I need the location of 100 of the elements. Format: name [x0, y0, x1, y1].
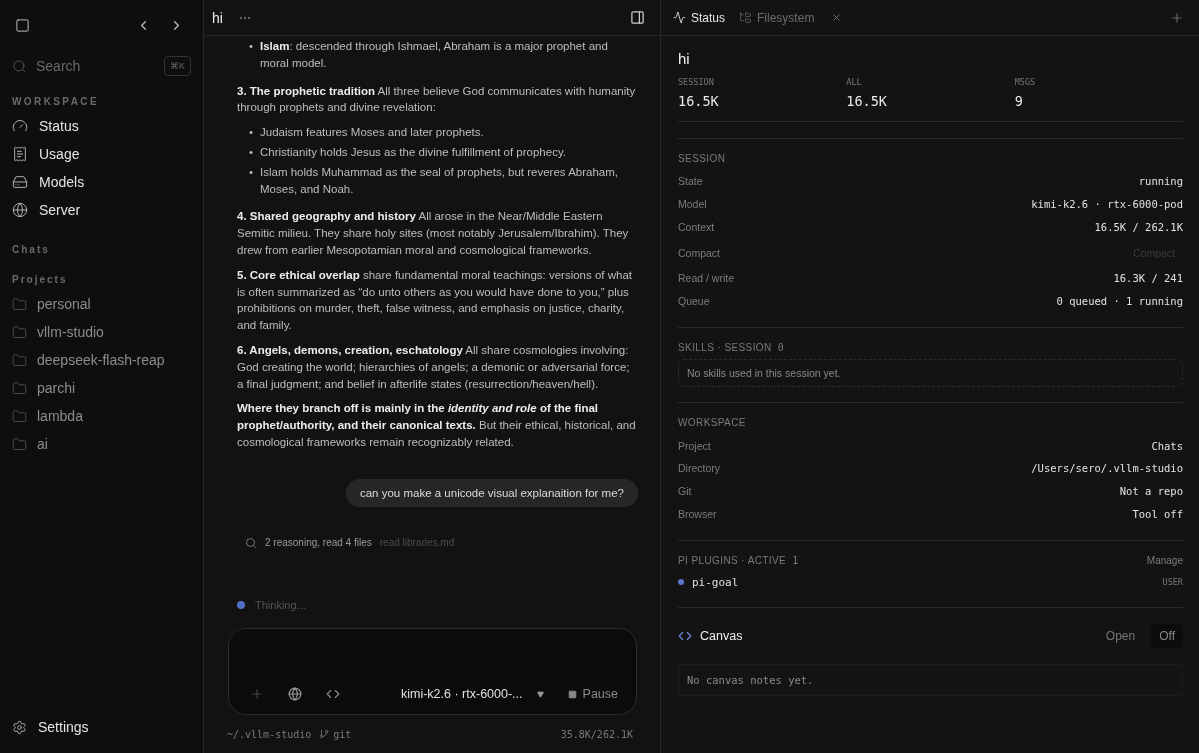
caret-icon — [536, 690, 544, 698]
list-item: Christianity holds Jesus as the divine fulfillment of prophecy. — [260, 145, 566, 160]
section-label: WORKSPACE — [12, 96, 100, 107]
skill-count: 0 — [777, 342, 785, 354]
project-item[interactable]: ai — [12, 430, 191, 458]
open-button[interactable]: Open — [1097, 629, 1144, 644]
row-label: Context — [678, 220, 715, 233]
panel-icon — [630, 10, 645, 25]
gauge-icon — [12, 118, 28, 134]
message-composer[interactable]: kimi-k2.6 · rtx-6000-... Pause — [228, 628, 637, 715]
search-icon — [12, 58, 27, 74]
canvas-toggle[interactable]: Off — [1151, 624, 1183, 649]
activity-detail: read libraries.md — [379, 537, 455, 549]
row-label: Read / write — [678, 272, 735, 285]
token-count: 35.8K/262.1K — [560, 728, 633, 740]
folder-icon — [12, 324, 27, 340]
stat-label: MSGS — [1014, 77, 1037, 87]
panel-tab[interactable]: Status — [673, 10, 726, 25]
section-label: Projects — [12, 274, 69, 285]
project-item[interactable]: vllm-studio — [12, 318, 191, 346]
row-value: 16.5K / 262.1K — [1094, 220, 1183, 233]
plugin-scope: USER — [1162, 577, 1183, 588]
settings-button[interactable]: Settings — [12, 713, 191, 741]
stat-label: ALL — [846, 77, 863, 87]
row-value: kimi-k2.6 · rtx-6000-pod — [1031, 198, 1183, 211]
row-label: Git — [678, 485, 692, 498]
project-item[interactable]: parchi — [12, 374, 191, 402]
manage-button[interactable]: Manage — [1146, 555, 1183, 567]
plugin-count: 1 — [792, 555, 799, 567]
code-icon — [326, 687, 340, 701]
panel-tab[interactable]: Filesystem — [739, 10, 815, 25]
thinking-text: Thinking... — [255, 598, 306, 611]
bullet: • — [249, 145, 254, 160]
activity-summary: 2 reasoning, read 4 files — [265, 537, 372, 549]
folder-icon — [12, 380, 27, 396]
stat-label: SESSION — [678, 77, 715, 87]
answer-paragraph: Where they branch off is mainly in the identity and role of the final prophet/authority, and their canonical texts. But their ethical, historical, and cosmological frameworks remain recognizably related. — [237, 401, 637, 450]
model-selector[interactable]: kimi-k2.6 · rtx-6000-... — [401, 687, 544, 701]
empty-message: No skills used in this session yet. — [678, 359, 1183, 388]
row-label: Model — [678, 198, 707, 211]
row-value: Chats — [1151, 439, 1183, 452]
row-label: Queue — [678, 295, 710, 308]
row-value: running — [1138, 175, 1183, 188]
search-field[interactable]: Search — [36, 58, 155, 74]
folder-icon — [12, 352, 27, 368]
bullet: • — [249, 39, 254, 54]
answer-paragraph: 6. Angels, demons, creation, eschatology All share cosmologies involving: God creating the world; hierarchies of angels; a demonic or adversarial force; a final judgment; and belief in afterlife states (resurrection/heaven/hell). — [237, 342, 631, 392]
receipt-icon — [12, 146, 28, 162]
project-item[interactable]: lambda — [12, 402, 191, 430]
row-label: Project — [678, 439, 711, 452]
folder-icon — [12, 296, 27, 312]
bullet: • — [249, 164, 254, 180]
row-value: Not a repo — [1119, 485, 1183, 498]
pause-button[interactable]: Pause — [567, 687, 618, 701]
bullet: • — [249, 125, 254, 141]
plugin-name: pi-goal — [692, 575, 739, 589]
nav-item[interactable]: Server — [12, 196, 191, 224]
row-value: /Users/sero/.vllm-studio — [1031, 462, 1183, 475]
section-heading: PI PLUGINS · ACTIVE — [678, 555, 787, 567]
answer-paragraph: 4. Shared geography and history All arose in the Near/Middle Eastern Semitic milieu. They share holy sites (most notably Jerusalem/Ibrahim). They drew from earlier Mesopotamian moral and cosmological frameworks. — [237, 209, 630, 258]
project-item[interactable]: personal — [12, 290, 191, 318]
row-label: Compact — [678, 246, 720, 259]
branch-icon — [319, 729, 330, 739]
globe-icon — [288, 687, 302, 701]
list-item: Judaism features Moses and later prophets. — [260, 125, 484, 141]
section-heading: WORKSPACE — [678, 417, 746, 429]
list-item: Islam holds Muhammad as the seal of prophets, but reveres Abraham, Moses, and Noah. — [260, 164, 619, 197]
canvas-title: Canvas — [700, 629, 743, 644]
globe-icon — [12, 202, 28, 218]
nav-item[interactable]: Models — [12, 168, 191, 196]
folder-icon — [12, 436, 27, 452]
stat-value: 16.5K — [678, 93, 720, 109]
user-message: can you make a unicode visual explanaition for me? — [345, 478, 638, 507]
shortcut-hint: ⌘K — [164, 56, 191, 76]
row-value: Tool off — [1132, 507, 1183, 520]
settings-icon — [12, 719, 27, 735]
square-icon — [15, 17, 30, 33]
activity-icon — [673, 11, 686, 24]
plus-icon — [1170, 10, 1184, 25]
row-label: State — [678, 175, 703, 188]
stat-value: 9 — [1014, 93, 1024, 109]
stop-icon — [567, 689, 577, 699]
chat-title: hi — [212, 9, 223, 26]
nav-item[interactable]: Status — [12, 112, 191, 140]
empty-message: No canvas notes yet. — [678, 664, 1183, 697]
nav-item[interactable]: Usage — [12, 140, 191, 168]
stat-value: 16.5K — [846, 93, 888, 109]
session-title: hi — [678, 50, 691, 67]
row-label: Browser — [678, 507, 717, 520]
row-value: 0 queued · 1 running — [1056, 295, 1183, 308]
section-heading: SESSION — [678, 153, 726, 164]
list-item: Islam: descended through Ishmael, Abraham is a major prophet and moral model. — [260, 39, 609, 71]
git-branch: git — [319, 728, 352, 740]
row-value: 16.3K / 241 — [1113, 272, 1183, 285]
plus-icon — [250, 687, 264, 701]
answer-paragraph: 5. Core ethical overlap share fundamental moral teachings: versions of what is often summarized as “do unto others as you would have done to you,” plus prohibitions on murder, theft, false witness, and emphasis on justice, charity, and family. — [237, 267, 634, 334]
workspace-path: ~/.vllm-studio — [227, 728, 312, 740]
project-item[interactable]: deepseek-flash-reap — [12, 346, 191, 374]
folder-tree-icon — [739, 11, 753, 24]
section-label: Chats — [12, 244, 51, 255]
